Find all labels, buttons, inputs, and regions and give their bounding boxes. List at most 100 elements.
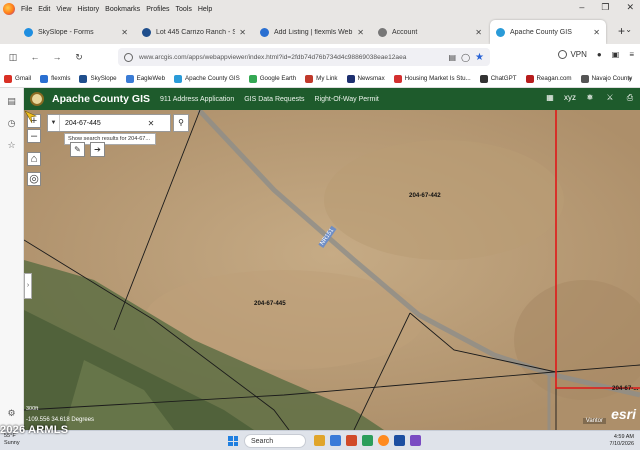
tab-close-icon[interactable]: ✕ [357, 28, 364, 37]
tab-skyslope-forms[interactable]: SkySlope - Forms ✕ [18, 20, 134, 44]
bookmark-label: SkySlope [90, 75, 117, 82]
tab-close-icon[interactable]: ✕ [121, 28, 128, 37]
menu-history[interactable]: History [77, 6, 99, 13]
edge-browser-icon[interactable] [330, 435, 341, 446]
clear-search-icon[interactable]: ✕ [146, 119, 156, 128]
bookmark-item[interactable]: Navajo County [580, 74, 633, 83]
menu-tools[interactable]: Tools [176, 6, 192, 13]
link-gis-data-requests[interactable]: GIS Data Requests [244, 96, 304, 103]
bookmark-label: Navajo County [591, 75, 633, 82]
imagery-attribution[interactable]: Vantor [582, 418, 606, 424]
menu-view[interactable]: View [56, 6, 71, 13]
measure-icon[interactable]: ⚔ [604, 92, 616, 104]
bookmark-star-icon[interactable]: ★ [475, 52, 484, 63]
forward-arrow-icon[interactable]: → [48, 52, 66, 62]
menu-hamburger-icon[interactable]: ≡ [629, 50, 634, 59]
history-clock-icon[interactable]: ◷ [6, 118, 17, 129]
system-tray-clock[interactable]: 4:59 AM 7/10/2026 [610, 434, 634, 448]
search-icon[interactable]: ⚲ [173, 114, 189, 132]
settings-gear-icon[interactable]: ⚙ [6, 408, 17, 419]
bookmark-label: My Link [316, 75, 338, 82]
parcel-search[interactable]: ▼ ✕ [47, 114, 171, 132]
bookmark-star-outline-icon[interactable]: ☆ [6, 140, 17, 151]
print-icon[interactable]: ⎙ [624, 92, 636, 104]
minimize-icon[interactable]: – [579, 2, 584, 13]
my-location-icon[interactable]: ◎ [27, 172, 41, 186]
menu-profiles[interactable]: Profiles [146, 6, 169, 13]
address-bar[interactable]: www.arcgis.com/apps/webappviewer/index.h… [118, 48, 490, 66]
firefox-taskbar-icon[interactable] [378, 435, 389, 446]
back-arrow-icon[interactable]: ← [26, 52, 44, 62]
tab-close-icon[interactable]: ✕ [593, 28, 600, 37]
menu-edit[interactable]: Edit [38, 6, 50, 13]
bookmark-item[interactable]: Reagan.com [525, 74, 572, 83]
tab-close-icon[interactable]: ✕ [475, 28, 482, 37]
bookmark-favicon-icon [248, 74, 257, 83]
account-icon[interactable]: ● [597, 50, 602, 59]
file-explorer-icon[interactable] [314, 435, 325, 446]
menu-file[interactable]: File [21, 6, 32, 13]
windows-start-icon[interactable] [228, 436, 238, 446]
bookmark-item[interactable]: Google Earth [248, 74, 296, 83]
link-911-address[interactable]: 911 Address Application [160, 96, 234, 103]
bookmark-item[interactable]: Apache County GIS [174, 74, 240, 83]
bookmarks-panel-icon[interactable]: ▤ [6, 96, 17, 107]
bookmark-item[interactable]: Housing Market Is Stu... [393, 74, 471, 83]
reader-view-icon[interactable]: ▤ [449, 53, 457, 62]
bookmark-label: Reagan.com [536, 75, 572, 82]
url-text[interactable]: www.arcgis.com/apps/webappviewer/index.h… [139, 54, 449, 61]
search-input[interactable] [60, 119, 146, 127]
bookmark-item[interactable]: ChatGPT [479, 74, 517, 83]
link-right-of-way[interactable]: Right-Of-Way Permit [315, 96, 379, 103]
close-window-icon[interactable]: ✕ [626, 2, 634, 13]
bookmark-item[interactable]: Gmail [4, 74, 31, 83]
menu-help[interactable]: Help [198, 6, 212, 13]
panel-collapse-handle[interactable]: › [24, 273, 32, 299]
tab-account[interactable]: Account ✕ [372, 20, 488, 44]
more-bookmarks-chevron-icon[interactable]: » [628, 74, 632, 83]
extensions-icon[interactable]: ▣ [612, 50, 620, 59]
app-title: Apache County GIS [52, 93, 151, 105]
skyslope-favicon-icon [142, 27, 151, 37]
bookmarks-toolbar: Gmail flexmls SkySlope EagleWeb Apache Count… [0, 70, 640, 88]
bookmark-item[interactable]: flexmls [40, 74, 71, 83]
layer-list-icon[interactable]: ▦ [544, 92, 556, 104]
zoom-out-button[interactable]: – [27, 129, 41, 143]
site-info-icon[interactable] [124, 52, 133, 62]
tab-close-icon[interactable]: ✕ [239, 28, 246, 37]
home-icon[interactable]: ⌂ [27, 152, 41, 166]
map-view[interactable]: 204-67-442 204-67-445 204-67-... NR151 ▼… [24, 110, 640, 430]
draw-pencil-icon[interactable]: ✎ [70, 142, 85, 157]
coordinate-xyz-icon[interactable]: xyz [564, 92, 576, 104]
parcel-label: 204-67-... [612, 385, 639, 392]
bookmark-item[interactable]: EagleWeb [125, 74, 165, 83]
store-app-icon[interactable] [362, 435, 373, 446]
bookmark-item[interactable]: Newsmax [346, 74, 385, 83]
list-all-tabs-chevron-icon[interactable]: ⌄ [625, 25, 632, 34]
tab-add-listing[interactable]: Add Listing | flexmls Web ✕ [254, 20, 370, 44]
word-app-icon[interactable] [394, 435, 405, 446]
browser-sidebar: ▤ ◷ ☆ ⚙ [0, 88, 24, 430]
bookmark-label: flexmls [51, 75, 71, 82]
gis-favicon-icon [496, 27, 505, 37]
basemap-gallery-icon[interactable]: ❅ [584, 92, 596, 104]
search-source-dropdown-icon[interactable]: ▼ [48, 115, 60, 131]
tab-label: Account [392, 28, 418, 36]
tab-lot-445[interactable]: Lot 445 Carrizo Ranch - SkySlope ✕ [136, 20, 252, 44]
restore-icon[interactable]: ❐ [601, 2, 609, 13]
bookmark-item[interactable]: SkySlope [79, 74, 117, 83]
menu-bookmarks[interactable]: Bookmarks [105, 6, 140, 13]
new-tab-plus-icon[interactable]: + [618, 24, 625, 38]
shield-icon[interactable]: ◯ [461, 53, 470, 62]
sidebar-toggle-icon[interactable]: ◫ [4, 52, 22, 63]
bookmark-favicon-icon [174, 74, 183, 83]
vpn-button[interactable]: VPN [558, 50, 587, 59]
bookmark-item[interactable]: My Link [305, 74, 338, 83]
tab-apache-county-gis[interactable]: Apache County GIS ✕ [490, 20, 606, 44]
teams-app-icon[interactable] [410, 435, 421, 446]
tab-label: Apache County GIS [510, 28, 572, 36]
reload-icon[interactable]: ↻ [70, 52, 88, 63]
select-tool-icon[interactable]: ➔ [90, 142, 105, 157]
taskbar-search[interactable]: Search [244, 434, 306, 448]
office-app-icon[interactable] [346, 435, 357, 446]
